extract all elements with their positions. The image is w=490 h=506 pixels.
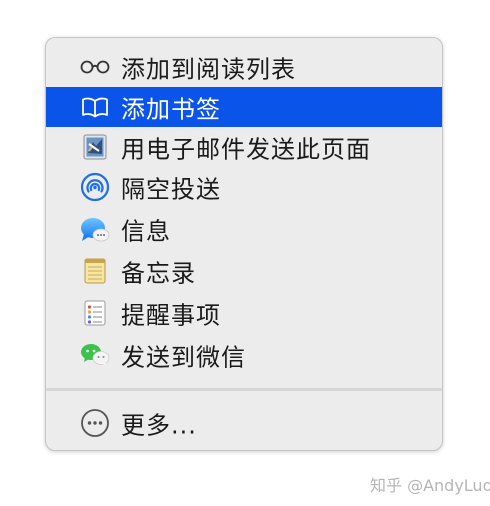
messages-icon <box>80 214 110 244</box>
watermark: 知乎 @AndyLuo <box>370 476 490 495</box>
reminders-icon <box>80 298 110 328</box>
menu-item-messages[interactable]: 信息 <box>46 209 442 249</box>
menu-separator <box>46 388 442 391</box>
notes-icon <box>80 256 110 286</box>
more-icon <box>80 408 110 438</box>
menu-item-notes[interactable]: 备忘录 <box>46 251 442 291</box>
airdrop-icon <box>80 172 110 202</box>
menu-item-label: 提醒事项 <box>121 301 221 330</box>
menu-item-label: 备忘录 <box>121 259 196 288</box>
mail-icon <box>80 132 110 162</box>
menu-item-add-to-reading-list[interactable]: 添加到阅读列表 <box>46 47 442 87</box>
share-menu: 添加到阅读列表 添加书签 用电子邮件发送此页面 隔空投送 信息 备忘录 提醒事项… <box>45 37 443 451</box>
menu-item-airdrop[interactable]: 隔空投送 <box>46 167 442 207</box>
book-icon <box>80 92 110 122</box>
menu-item-label: 信息 <box>121 217 171 246</box>
menu-item-label: 发送到微信 <box>121 343 246 372</box>
menu-item-email-page[interactable]: 用电子邮件发送此页面 <box>46 127 442 167</box>
menu-item-more[interactable]: 更多... <box>46 403 442 443</box>
menu-item-label: 添加到阅读列表 <box>121 55 296 84</box>
menu-item-add-bookmark[interactable]: 添加书签 <box>46 87 442 127</box>
wechat-icon <box>80 340 110 370</box>
menu-item-send-to-wechat[interactable]: 发送到微信 <box>46 335 442 375</box>
menu-item-label: 用电子邮件发送此页面 <box>121 135 371 164</box>
glasses-icon <box>80 52 110 82</box>
menu-item-label: 隔空投送 <box>121 175 221 204</box>
menu-item-reminders[interactable]: 提醒事项 <box>46 293 442 333</box>
menu-item-label: 添加书签 <box>121 95 221 124</box>
menu-item-label: 更多... <box>121 411 197 440</box>
